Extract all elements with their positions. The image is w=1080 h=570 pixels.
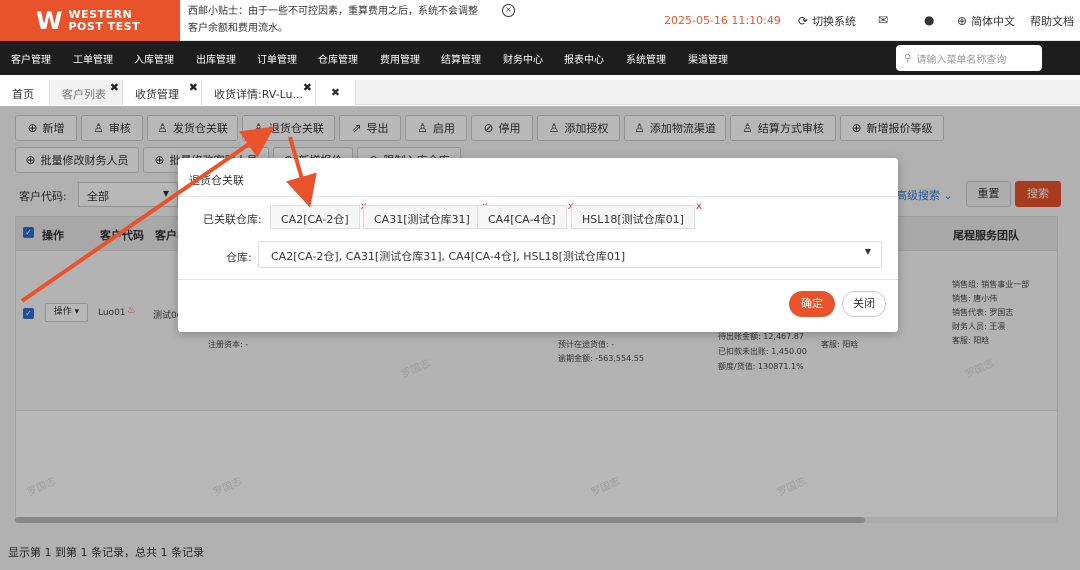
nav-item[interactable]: 入库管理 — [134, 51, 174, 66]
nav-item[interactable]: 系统管理 — [626, 51, 666, 66]
nav-item[interactable]: 渠道管理 — [688, 51, 728, 66]
chip-label: CA4[CA-4仓] — [488, 213, 556, 226]
main-nav: 客户管理 工单管理 入库管理 出库管理 订单管理 仓库管理 费用管理 结算管理 … — [0, 41, 1080, 75]
warehouse-select[interactable]: CA2[CA-2仓], CA31[测试仓库31], CA4[CA-4仓], HS… — [258, 241, 882, 268]
mail-button[interactable]: ✉ — [878, 13, 888, 27]
logo-text: WESTERN POST TEST — [68, 7, 141, 33]
user-icon: ● — [924, 13, 935, 27]
warehouse-label: 仓库: — [226, 251, 252, 264]
divider — [178, 196, 898, 197]
language-button[interactable]: ⊕ 简体中文 — [957, 13, 1015, 29]
return-warehouse-dialog: 退货仓关联 已关联仓库: CA2[CA-2仓]x CA31[测试仓库31]x C… — [178, 158, 898, 332]
tip-close-icon[interactable]: × — [502, 4, 515, 17]
logo-line1: WESTERN — [68, 7, 133, 21]
linked-warehouse-label: 已关联仓库: — [203, 213, 262, 226]
logo-line2: POST TEST — [68, 19, 141, 33]
tab-label: 首页 — [12, 88, 34, 101]
chevron-down-icon: ▼ — [864, 247, 871, 256]
chip-label: HSL18[测试仓库01] — [582, 213, 684, 226]
close-icon[interactable]: ✖ — [189, 81, 198, 94]
warehouse-chip: CA31[测试仓库31]x — [363, 201, 488, 229]
nav-item[interactable]: 客户管理 — [11, 51, 51, 66]
help-link[interactable]: 帮助文档 — [1030, 13, 1074, 29]
warehouse-chip: CA4[CA-4仓]x — [477, 201, 574, 229]
nav-item[interactable]: 结算管理 — [441, 51, 481, 66]
tab-label: 收货详情:RV-Lu... — [214, 88, 303, 101]
divider — [178, 279, 898, 280]
nav-item[interactable]: 仓库管理 — [318, 51, 358, 66]
tab-customer-list[interactable]: 客户列表 ✖ — [50, 80, 123, 105]
warehouse-chip: CA2[CA-2仓]x — [270, 201, 367, 229]
tip-line1: 西邮小贴士：由于一些不可控因素，重算费用之后，系统不会调整 — [188, 6, 478, 17]
tab-receiving-detail[interactable]: 收货详情:RV-Lu... ✖ — [202, 80, 316, 105]
nav-item[interactable]: 费用管理 — [380, 51, 420, 66]
confirm-button[interactable]: 确定 — [789, 291, 835, 317]
help-label: 帮助文档 — [1030, 15, 1074, 28]
close-icon[interactable]: ✖ — [303, 81, 312, 94]
remove-chip-icon[interactable]: x — [696, 201, 702, 212]
chip-label: CA2[CA-2仓] — [281, 213, 349, 226]
globe-icon: ⊕ — [957, 14, 968, 28]
user-button[interactable]: ● — [924, 13, 934, 27]
tab-home[interactable]: 首页 — [0, 80, 50, 105]
page-tabs: 首页 客户列表 ✖ 收货管理 ✖ 收货详情:RV-Lu... ✖ ✖ — [0, 80, 1080, 105]
tab-receiving[interactable]: 收货管理 ✖ — [123, 80, 202, 105]
close-all-tabs-button[interactable]: ✖ — [316, 80, 356, 105]
chip-label: CA31[测试仓库31] — [374, 213, 470, 226]
mail-icon: ✉ — [878, 13, 889, 27]
tip-line2: 客户余额和费用流水。 — [188, 23, 288, 34]
close-icon[interactable]: ✖ — [110, 81, 119, 94]
nav-item[interactable]: 出库管理 — [196, 51, 236, 66]
tip-banner: 西邮小贴士：由于一些不可控因素，重算费用之后，系统不会调整 客户余额和费用流水。 — [188, 3, 518, 37]
nav-item[interactable]: 财务中心 — [503, 51, 543, 66]
close-icon: ✖ — [330, 86, 341, 99]
language-label: 简体中文 — [971, 15, 1016, 28]
menu-search-input[interactable]: ⚲ 请输入菜单名称查询 — [896, 45, 1042, 71]
tab-label: 客户列表 — [62, 88, 106, 101]
menu-search-placeholder: 请输入菜单名称查询 — [916, 54, 1007, 66]
warehouse-select-value: CA2[CA-2仓], CA31[测试仓库31], CA4[CA-4仓], HS… — [271, 250, 626, 263]
nav-item[interactable]: 工单管理 — [73, 51, 113, 66]
switch-system-button[interactable]: ⟳ 切换系统 — [798, 13, 856, 29]
warehouse-chip: HSL18[测试仓库01] x — [571, 201, 702, 229]
close-button[interactable]: 关闭 — [842, 291, 886, 317]
tab-label: 收货管理 — [135, 88, 179, 101]
dialog-title: 退货仓关联 — [189, 174, 244, 187]
switch-system-label: 切换系统 — [812, 15, 857, 28]
nav-item[interactable]: 订单管理 — [257, 51, 297, 66]
logo[interactable]: W WESTERN POST TEST — [0, 0, 180, 41]
nav-item[interactable]: 报表中心 — [564, 51, 604, 66]
search-icon: ⚲ — [904, 52, 912, 64]
refresh-icon: ⟳ — [798, 14, 809, 28]
logo-mark-icon: W — [36, 6, 63, 35]
top-header: W WESTERN POST TEST 西邮小贴士：由于一些不可控因素，重算费用… — [0, 0, 1080, 41]
datetime: 2025-05-16 11:10:49 — [664, 14, 781, 27]
